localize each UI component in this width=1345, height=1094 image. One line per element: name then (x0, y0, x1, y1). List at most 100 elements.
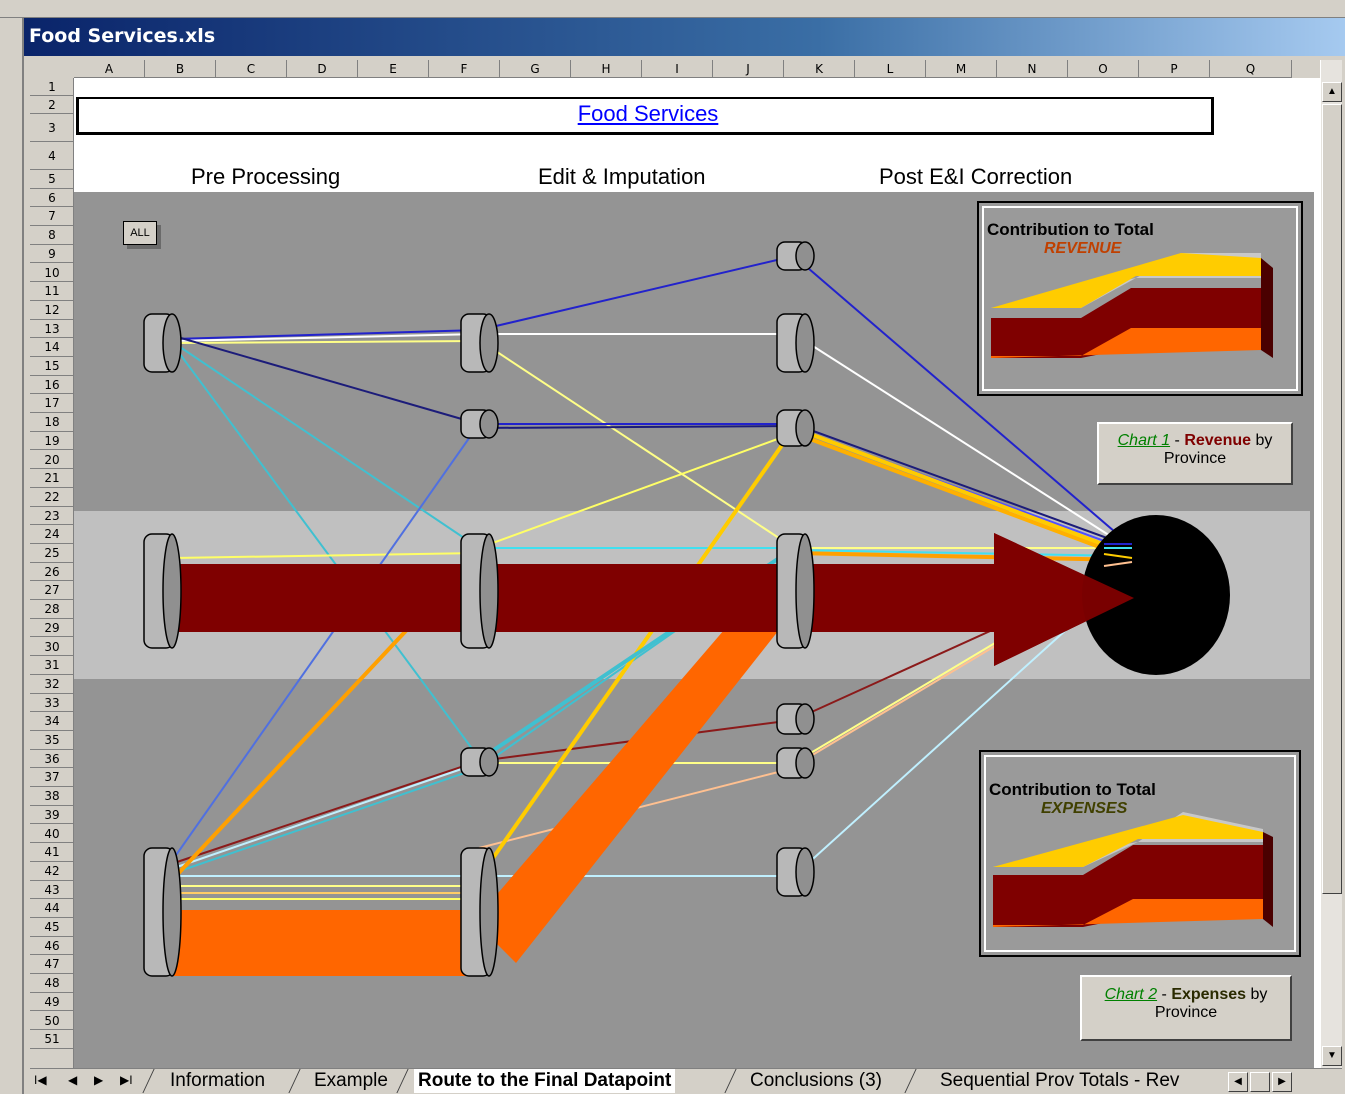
row-header-23[interactable]: 23 (30, 507, 73, 526)
column-header-c[interactable]: C (216, 60, 287, 78)
next-sheet-icon[interactable]: ▶ (94, 1073, 103, 1087)
row-header-15[interactable]: 15 (30, 357, 73, 376)
chart2-expenses-button[interactable]: Chart 2 - Expenses by Province (1080, 975, 1292, 1041)
tab-scroll-mid[interactable] (1250, 1072, 1270, 1092)
cylinder-node (776, 747, 815, 779)
row-header-1[interactable]: 1 (30, 78, 73, 96)
row-header-5[interactable]: 5 (30, 170, 73, 189)
row-header-25[interactable]: 25 (30, 544, 73, 563)
row-header-47[interactable]: 47 (30, 955, 73, 975)
row-header-35[interactable]: 35 (30, 731, 73, 750)
last-sheet-icon[interactable]: ▶I (120, 1073, 133, 1087)
chart1-link[interactable]: Chart 1 (1118, 432, 1170, 449)
tab-example[interactable]: Example (314, 1069, 388, 1093)
row-header-34[interactable]: 34 (30, 712, 73, 731)
row-header-40[interactable]: 40 (30, 825, 73, 844)
row-header-51[interactable]: 51 (30, 1030, 73, 1049)
column-header-a[interactable]: A (74, 60, 145, 78)
row-header-14[interactable]: 14 (30, 338, 73, 357)
row-header-6[interactable]: 6 (30, 189, 73, 208)
column-header-g[interactable]: G (500, 60, 571, 78)
row-header-10[interactable]: 10 (30, 264, 73, 283)
row-header-38[interactable]: 38 (30, 787, 73, 806)
row-header-20[interactable]: 20 (30, 451, 73, 470)
scroll-up-icon[interactable]: ▲ (1322, 82, 1342, 102)
scroll-down-icon[interactable]: ▼ (1322, 1046, 1342, 1066)
tab-scroll-right-icon[interactable]: ▶ (1272, 1072, 1292, 1092)
row-header-26[interactable]: 26 (30, 563, 73, 582)
column-header-h[interactable]: H (571, 60, 642, 78)
column-header-i[interactable]: I (642, 60, 713, 78)
chart1-revenue-button[interactable]: Chart 1 - Revenue by Province (1097, 422, 1293, 485)
column-header-n[interactable]: N (997, 60, 1068, 78)
column-header-f[interactable]: F (429, 60, 500, 78)
column-header-o[interactable]: O (1068, 60, 1139, 78)
row-header-16[interactable]: 16 (30, 376, 73, 395)
row-header-42[interactable]: 42 (30, 862, 73, 881)
row-header-11[interactable]: 11 (30, 282, 73, 301)
row-header-18[interactable]: 18 (30, 413, 73, 432)
row-header-8[interactable]: 8 (30, 226, 73, 245)
tab-information[interactable]: Information (170, 1069, 265, 1093)
cylinder-node (776, 847, 815, 897)
workbook-window: Food Services.xls ABCDEFGHIJKLMNOPQ 1234… (22, 18, 1345, 1094)
column-header-j[interactable]: J (713, 60, 784, 78)
row-header-43[interactable]: 43 (30, 881, 73, 900)
revenue-chart[interactable]: Contribution to Total REVENUE (977, 201, 1303, 396)
prev-sheet-icon[interactable]: ◀ (68, 1073, 77, 1087)
row-header-46[interactable]: 46 (30, 937, 73, 956)
column-header-q[interactable]: Q (1210, 60, 1292, 78)
tab-route-final-datapoint[interactable]: Route to the Final Datapoint (414, 1069, 676, 1093)
chart2-rest: by (1246, 986, 1268, 1003)
first-sheet-icon[interactable]: I◀ (34, 1073, 47, 1087)
row-header-49[interactable]: 49 (30, 993, 73, 1012)
row-header-24[interactable]: 24 (30, 525, 73, 544)
revenue-chart-title: Contribution to Total (987, 220, 1154, 239)
column-header-d[interactable]: D (287, 60, 358, 78)
chart2-link[interactable]: Chart 2 (1105, 986, 1157, 1003)
column-header-m[interactable]: M (926, 60, 997, 78)
row-header-17[interactable]: 17 (30, 394, 73, 414)
column-header-e[interactable]: E (358, 60, 429, 78)
row-header-37[interactable]: 37 (30, 768, 73, 788)
row-header-39[interactable]: 39 (30, 806, 73, 825)
column-header: ABCDEFGHIJKLMNOPQ (30, 60, 1320, 78)
row-header-36[interactable]: 36 (30, 750, 73, 769)
tab-sequential-prov-totals-rev[interactable]: Sequential Prov Totals - Rev (940, 1069, 1179, 1093)
row-header-27[interactable]: 27 (30, 581, 73, 601)
column-header-p[interactable]: P (1139, 60, 1210, 78)
row-header-21[interactable]: 21 (30, 469, 73, 488)
row-header-7[interactable]: 7 (30, 207, 73, 227)
row-header-30[interactable]: 30 (30, 638, 73, 657)
cylinder-node (460, 533, 499, 649)
worksheet[interactable]: Food Services Pre Processing Edit & Impu… (74, 78, 1320, 1068)
row-header-31[interactable]: 31 (30, 656, 73, 675)
orange-bottom-flow (174, 910, 479, 976)
column-header-l[interactable]: L (855, 60, 926, 78)
column-header-b[interactable]: B (145, 60, 216, 78)
row-header-12[interactable]: 12 (30, 301, 73, 320)
row-header-50[interactable]: 50 (30, 1012, 73, 1031)
row-header-22[interactable]: 22 (30, 488, 73, 507)
vertical-scrollbar[interactable]: ▲ ▼ (1320, 60, 1342, 1068)
expenses-chart[interactable]: Contribution to Total EXPENSES (979, 750, 1301, 957)
row-header-4[interactable]: 4 (30, 142, 73, 170)
row-header-41[interactable]: 41 (30, 843, 73, 862)
sheet-tab-bar: I◀ ◀ ▶ ▶I Information Example Route to t… (30, 1068, 1342, 1094)
tab-conclusions[interactable]: Conclusions (3) (750, 1069, 882, 1093)
scroll-thumb[interactable] (1322, 104, 1342, 894)
row-header-19[interactable]: 19 (30, 432, 73, 451)
row-header-48[interactable]: 48 (30, 974, 73, 993)
row-header-44[interactable]: 44 (30, 899, 73, 918)
row-header-28[interactable]: 28 (30, 600, 73, 619)
row-header-32[interactable]: 32 (30, 675, 73, 694)
row-header-13[interactable]: 13 (30, 320, 73, 339)
row-header-2[interactable]: 2 (30, 96, 73, 114)
row-header-45[interactable]: 45 (30, 918, 73, 937)
row-header-33[interactable]: 33 (30, 694, 73, 713)
row-header-3[interactable]: 3 (30, 114, 73, 142)
row-header-9[interactable]: 9 (30, 245, 73, 264)
column-header-k[interactable]: K (784, 60, 855, 78)
row-header-29[interactable]: 29 (30, 619, 73, 638)
tab-scroll-left-icon[interactable]: ◀ (1228, 1072, 1248, 1092)
